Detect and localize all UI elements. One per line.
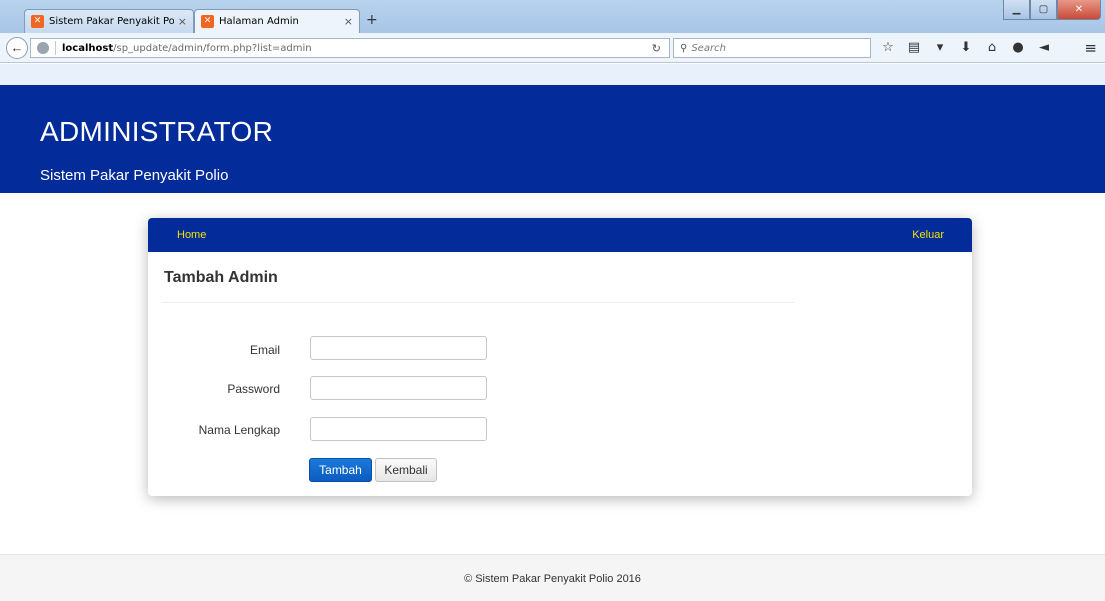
browser-titlebar: ✕ Sistem Pakar Penyakit Polio × ✕ Halama… [0, 0, 1105, 33]
url-host: localhost [62, 42, 114, 54]
reload-icon[interactable]: ↻ [652, 42, 661, 55]
password-field[interactable] [310, 376, 487, 400]
panel-navbar: Home Keluar [148, 218, 972, 252]
url-path: /sp_update/admin/form.php?list=admin [113, 42, 312, 54]
search-icon: ⚲ [680, 42, 688, 54]
tab-close-icon[interactable]: × [178, 15, 187, 28]
add-admin-button[interactable]: Tambah [309, 458, 372, 482]
page-header: ADMINISTRATOR Sistem Pakar Penyakit Poli… [0, 85, 1105, 193]
search-placeholder: Search [691, 42, 726, 54]
page-footer: © Sistem Pakar Penyakit Polio 2016 [0, 554, 1105, 601]
footer-copyright: © Sistem Pakar Penyakit Polio 2016 [464, 573, 641, 585]
globe-icon [37, 42, 49, 54]
tab-label: Sistem Pakar Penyakit Polio [49, 16, 174, 27]
pocket-icon[interactable]: ▾ [933, 40, 947, 55]
chat-icon[interactable]: ● [1011, 40, 1025, 55]
password-label: Password [227, 382, 280, 396]
bookmarks-bar [0, 64, 1105, 85]
maximize-icon[interactable]: ▢ [1030, 0, 1057, 20]
window-controls: ▁ ▢ ✕ [1003, 0, 1101, 20]
menu-icon[interactable]: ≡ [1084, 39, 1097, 57]
page-subtitle: Sistem Pakar Penyakit Polio [40, 167, 229, 184]
star-icon[interactable]: ☆ [881, 40, 895, 55]
xampp-favicon-icon: ✕ [31, 15, 44, 28]
page-title: ADMINISTRATOR [40, 116, 274, 147]
nav-logout-link[interactable]: Keluar [912, 229, 944, 241]
browser-toolbar-icons: ☆ ▤ ▾ ⬇ ⌂ ● ◄ [881, 40, 1051, 55]
tab-close-icon[interactable]: × [344, 15, 353, 28]
new-tab-button[interactable]: + [366, 12, 378, 28]
xampp-favicon-icon: ✕ [201, 15, 214, 28]
tab-halaman-admin[interactable]: ✕ Halaman Admin × [194, 9, 360, 33]
bookmarks-icon[interactable]: ▤ [907, 40, 921, 55]
admin-form-panel: Home Keluar Tambah Admin Email Password … [148, 218, 972, 496]
full-name-label: Nama Lengkap [198, 423, 280, 437]
download-icon[interactable]: ⬇ [959, 40, 973, 55]
send-icon[interactable]: ◄ [1037, 40, 1051, 55]
form-title: Tambah Admin [164, 269, 278, 286]
tab-label: Halaman Admin [219, 16, 299, 27]
minimize-icon[interactable]: ▁ [1003, 0, 1030, 20]
full-name-field[interactable] [310, 417, 487, 441]
email-label: Email [249, 343, 280, 357]
tab-sistem-pakar[interactable]: ✕ Sistem Pakar Penyakit Polio × [24, 9, 194, 33]
url-bar[interactable]: localhost /sp_update/admin/form.php?list… [30, 38, 670, 58]
email-field[interactable] [310, 336, 487, 360]
search-input[interactable]: ⚲ Search [673, 38, 871, 58]
divider [162, 302, 794, 303]
home-icon[interactable]: ⌂ [985, 40, 999, 55]
nav-home-link[interactable]: Home [177, 229, 206, 241]
back-arrow-icon[interactable]: ← [6, 37, 28, 59]
browser-navbar: ← localhost /sp_update/admin/form.php?li… [0, 33, 1105, 63]
back-button[interactable]: Kembali [375, 458, 437, 482]
window-close-icon[interactable]: ✕ [1057, 0, 1101, 20]
